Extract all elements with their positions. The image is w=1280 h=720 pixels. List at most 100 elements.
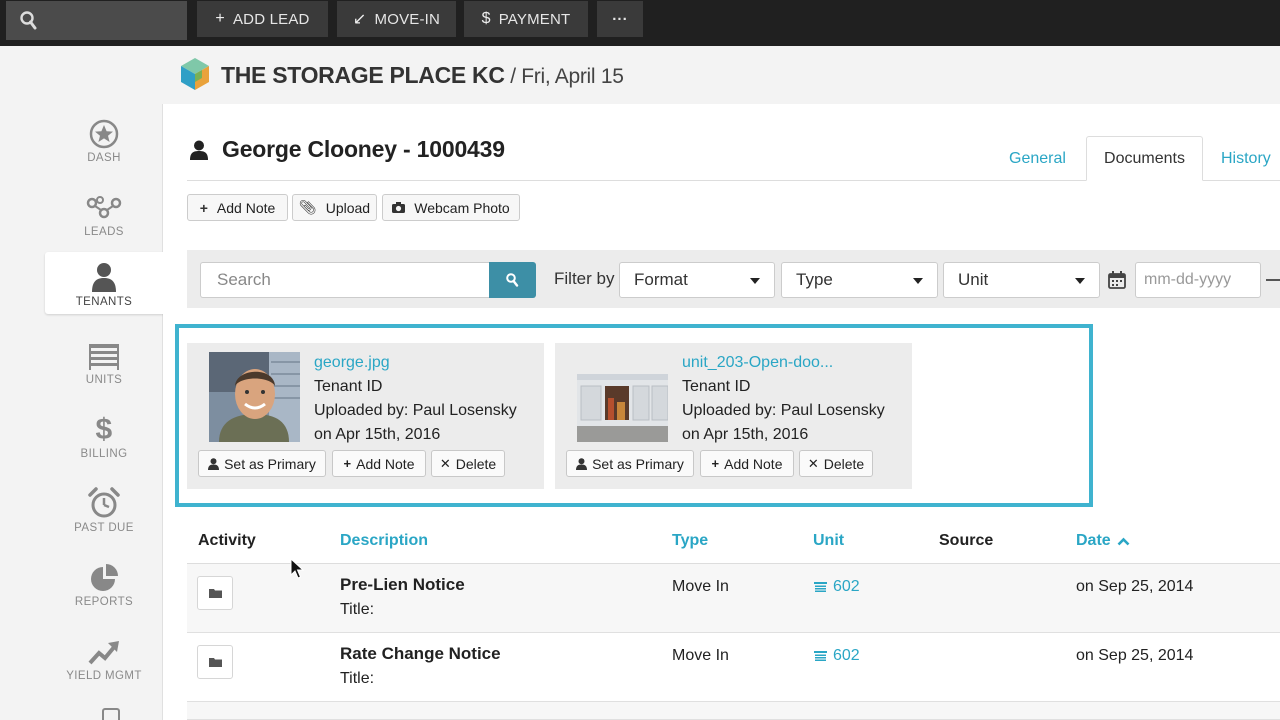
- current-date: / Fri, April 15: [504, 65, 624, 88]
- document-delete-button[interactable]: ✕ Delete: [431, 450, 505, 477]
- plus-icon: +: [215, 10, 225, 27]
- tab-history[interactable]: History: [1212, 136, 1280, 181]
- payment-button[interactable]: $ PAYMENT: [464, 1, 588, 37]
- document-thumbnail[interactable]: [209, 352, 300, 442]
- document-uploaded-on: on Apr 15th, 2016: [314, 426, 441, 443]
- sidebar-item-yield-mgmt[interactable]: YIELD MGMT: [45, 626, 163, 688]
- column-header-source: Source: [939, 532, 994, 549]
- column-header-unit[interactable]: Unit: [813, 532, 844, 550]
- document-type: Tenant ID: [314, 378, 383, 395]
- document-card: unit_203-Open-doo... Tenant ID Uploaded …: [555, 343, 912, 489]
- caret-down-icon: [913, 278, 923, 284]
- search-button[interactable]: [489, 262, 536, 298]
- alarm-clock-icon: [88, 487, 120, 518]
- column-header-date[interactable]: Date: [1076, 532, 1130, 550]
- table-row-partial: [187, 702, 1280, 720]
- person-icon: [576, 457, 588, 470]
- search-icon: [20, 11, 37, 30]
- sidebar-item-billing[interactable]: $ BILLING: [45, 404, 163, 466]
- set-as-primary-button[interactable]: Set as Primary: [198, 450, 326, 477]
- arrow-down-left-icon: ↙: [352, 11, 367, 28]
- units-list-icon: [814, 650, 827, 661]
- folder-icon: [208, 589, 222, 598]
- more-button[interactable]: ···: [597, 1, 643, 37]
- add-lead-button[interactable]: + ADD LEAD: [197, 1, 328, 37]
- row-unit-link[interactable]: 602: [814, 647, 860, 665]
- person-icon: [92, 263, 116, 292]
- document-thumbnail[interactable]: [577, 352, 668, 442]
- row-description: Rate Change Notice: [340, 644, 501, 663]
- star-icon: [89, 119, 119, 149]
- logo-cube-icon: [181, 58, 209, 90]
- webcam-photo-button[interactable]: Webcam Photo: [382, 194, 520, 221]
- folder-icon: [208, 658, 222, 667]
- add-note-button[interactable]: + Add Note: [187, 194, 288, 221]
- sidebar-item-partial[interactable]: [102, 708, 120, 720]
- chevron-up-icon: [1117, 537, 1130, 545]
- document-delete-button[interactable]: ✕ Delete: [799, 450, 873, 477]
- close-icon: ✕: [807, 455, 819, 471]
- document-filename-link[interactable]: unit_203-Open-doo...: [682, 351, 885, 375]
- document-card: george.jpg Tenant ID Uploaded by: Paul L…: [187, 343, 544, 489]
- row-unit-link[interactable]: 602: [814, 578, 860, 596]
- close-icon: ✕: [439, 455, 451, 471]
- sidebar-item-reports[interactable]: REPORTS: [45, 552, 163, 614]
- document-uploaded-on: on Apr 15th, 2016: [682, 426, 809, 443]
- top-bar: + ADD LEAD ↙ MOVE-IN $ PAYMENT ···: [0, 0, 1280, 46]
- row-date: on Sep 25, 2014: [1076, 578, 1194, 595]
- set-as-primary-button[interactable]: Set as Primary: [566, 450, 694, 477]
- plus-icon: +: [343, 456, 352, 471]
- document-uploaded-by: Uploaded by: Paul Losensky: [682, 402, 885, 419]
- units-list-icon: [89, 344, 119, 370]
- camera-icon: [392, 202, 406, 213]
- row-title-label: Title:: [340, 601, 375, 618]
- sidebar-item-past-due[interactable]: PAST DUE: [45, 478, 163, 540]
- mouse-cursor-icon: [290, 558, 304, 579]
- column-header-activity: Activity: [198, 532, 256, 549]
- row-description: Pre-Lien Notice: [340, 575, 465, 594]
- units-list-icon: [814, 581, 827, 592]
- document-type: Tenant ID: [682, 378, 751, 395]
- type-select[interactable]: Type: [781, 262, 938, 298]
- sidebar-item-dash[interactable]: DASH: [45, 108, 163, 170]
- dollar-icon: $: [95, 413, 113, 446]
- sidebar-item-tenants[interactable]: TENANTS: [45, 252, 163, 314]
- document-filename-link[interactable]: george.jpg: [314, 351, 517, 375]
- date-from-input[interactable]: [1135, 262, 1261, 298]
- table-row: Rate Change Notice Title: Move In 602 on…: [187, 633, 1280, 702]
- format-select[interactable]: Format: [619, 262, 775, 298]
- global-search-box[interactable]: [6, 1, 187, 40]
- leads-network-icon: [86, 196, 122, 219]
- row-type: Move In: [672, 578, 729, 595]
- document-meta: unit_203-Open-doo... Tenant ID Uploaded …: [682, 351, 885, 447]
- caret-down-icon: [1075, 278, 1085, 284]
- caret-down-icon: [750, 278, 760, 284]
- upload-button[interactable]: 📎︎ Upload: [292, 194, 377, 221]
- document-search-input[interactable]: [200, 262, 490, 298]
- date-range-dash: [1266, 279, 1280, 281]
- move-in-button[interactable]: ↙ MOVE-IN: [337, 1, 456, 37]
- document-add-note-button[interactable]: + Add Note: [700, 450, 794, 477]
- document-meta: george.jpg Tenant ID Uploaded by: Paul L…: [314, 351, 517, 447]
- table-row: Pre-Lien Notice Title: Move In 602 on Se…: [187, 564, 1280, 633]
- sidebar-item-units[interactable]: UNITS: [45, 330, 163, 392]
- row-type: Move In: [672, 647, 729, 664]
- folder-button[interactable]: [197, 645, 233, 679]
- column-header-type[interactable]: Type: [672, 532, 708, 550]
- tenant-name: George Clooney - 1000439: [222, 136, 505, 162]
- tenant-header: George Clooney - 1000439: [190, 136, 505, 163]
- unit-select[interactable]: Unit: [943, 262, 1100, 298]
- trend-up-icon: [88, 641, 119, 665]
- row-date: on Sep 25, 2014: [1076, 647, 1194, 664]
- row-title-label: Title:: [340, 670, 375, 687]
- folder-button[interactable]: [197, 576, 233, 610]
- sidebar-item-leads[interactable]: LEADS: [45, 182, 163, 244]
- search-icon: [506, 273, 519, 287]
- document-add-note-button[interactable]: + Add Note: [332, 450, 426, 477]
- document-uploaded-by: Uploaded by: Paul Losensky: [314, 402, 517, 419]
- calendar-icon[interactable]: [1108, 271, 1126, 289]
- column-header-description[interactable]: Description: [340, 532, 428, 550]
- tab-general[interactable]: General: [1000, 136, 1075, 181]
- tab-documents[interactable]: Documents: [1086, 136, 1203, 181]
- person-icon: [190, 140, 208, 160]
